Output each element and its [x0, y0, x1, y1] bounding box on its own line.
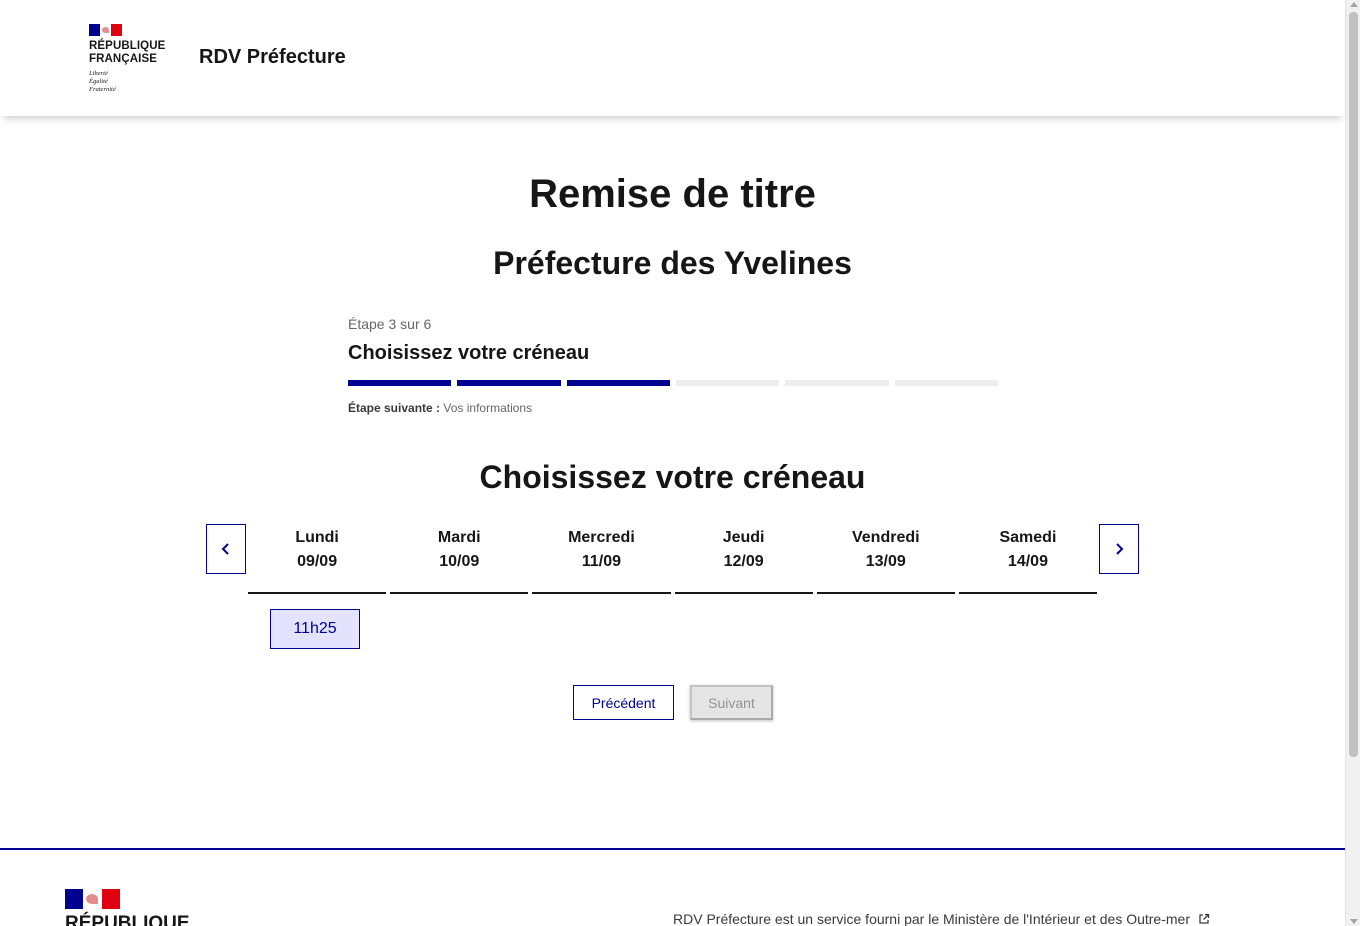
step-progress-bar	[348, 380, 998, 386]
chevron-right-icon	[1116, 543, 1124, 555]
service-title[interactable]: RDV Préfecture	[199, 46, 346, 69]
day-date: 13/09	[865, 553, 906, 570]
step-segment	[894, 380, 998, 386]
logo-line-2: FRANÇAISE	[89, 53, 157, 65]
logo-line-1: RÉPUBLIQUE	[89, 40, 166, 52]
vertical-scrollbar[interactable]	[1345, 0, 1360, 926]
next-week-button[interactable]	[1099, 524, 1139, 574]
days-row: Lundi 09/09 Mardi 10/09 Mercredi 11/09 J…	[246, 524, 1099, 594]
logo-text: RÉPUBLIQUE FRANÇAISE	[89, 40, 179, 66]
day-column: Vendredi 13/09	[815, 524, 957, 594]
day-name: Mardi	[437, 529, 481, 546]
day-date: 11/09	[581, 553, 621, 570]
marianne-flag-icon	[89, 24, 122, 36]
footer-logo-text: RÉPUBLIQUE	[65, 913, 190, 926]
day-name: Mercredi	[568, 529, 635, 546]
step-next-label: Étape suivante :	[348, 401, 441, 415]
day-column: Lundi 09/09	[246, 524, 388, 594]
marianne-flag-icon	[65, 889, 120, 909]
day-date: 10/09	[439, 553, 480, 570]
day-name: Lundi	[295, 529, 339, 546]
previous-week-button[interactable]	[206, 524, 246, 574]
footer-description[interactable]: RDV Préfecture est un service fourni par…	[673, 911, 1210, 926]
day-column: Mercredi 11/09	[530, 524, 672, 594]
step-segment	[457, 380, 561, 386]
motto-line-2: Égalité	[89, 78, 108, 85]
day-name: Samedi	[999, 529, 1057, 546]
day-date: 12/09	[723, 553, 764, 570]
footer-description-text: RDV Préfecture est un service fourni par…	[673, 911, 1190, 926]
time-slot-button[interactable]: 11h25	[270, 609, 360, 649]
scrollbar-thumb[interactable]	[1349, 12, 1358, 757]
prefecture-title: Préfecture des Yvelines	[493, 245, 852, 281]
step-title: Choisissez votre créneau	[348, 342, 590, 364]
logo-motto: Liberté Égalité Fraternité	[89, 70, 179, 94]
chevron-left-icon	[221, 543, 229, 555]
step-next-value: Vos informations	[443, 401, 533, 415]
next-button: Suivant	[690, 685, 773, 720]
footer-logo[interactable]: RÉPUBLIQUE	[65, 889, 190, 926]
site-footer: RÉPUBLIQUE RDV Préfecture est un service…	[0, 848, 1345, 926]
step-segment	[348, 380, 452, 386]
scroll-down-icon[interactable]	[1350, 919, 1358, 924]
external-link-icon	[1199, 913, 1210, 924]
previous-button[interactable]: Précédent	[573, 685, 674, 720]
step-state: Étape 3 sur 6	[348, 316, 432, 332]
site-header: RÉPUBLIQUE FRANÇAISE Liberté Égalité Fra…	[0, 0, 1345, 116]
step-next: Étape suivante : Vos informations	[348, 401, 998, 415]
day-column: Samedi 14/09	[957, 524, 1099, 594]
motto-line-1: Liberté	[89, 70, 108, 77]
day-column: Mardi 10/09	[388, 524, 530, 594]
stepper: Étape 3 sur 6 Choisissez votre créneau É…	[348, 316, 998, 415]
republique-francaise-logo[interactable]: RÉPUBLIQUE FRANÇAISE Liberté Égalité Fra…	[89, 24, 179, 94]
day-date: 09/09	[297, 553, 338, 570]
page-title: Remise de titre	[529, 172, 816, 216]
motto-line-3: Fraternité	[89, 86, 116, 93]
day-name: Vendredi	[851, 529, 920, 546]
day-column: Jeudi 12/09	[673, 524, 815, 594]
day-date: 14/09	[1007, 553, 1048, 570]
scroll-up-icon[interactable]	[1350, 2, 1358, 7]
slots-title: Choisissez votre créneau	[479, 459, 866, 495]
step-segment	[566, 380, 670, 386]
day-name: Jeudi	[722, 529, 765, 546]
step-segment	[675, 380, 780, 386]
step-segment	[785, 380, 889, 386]
